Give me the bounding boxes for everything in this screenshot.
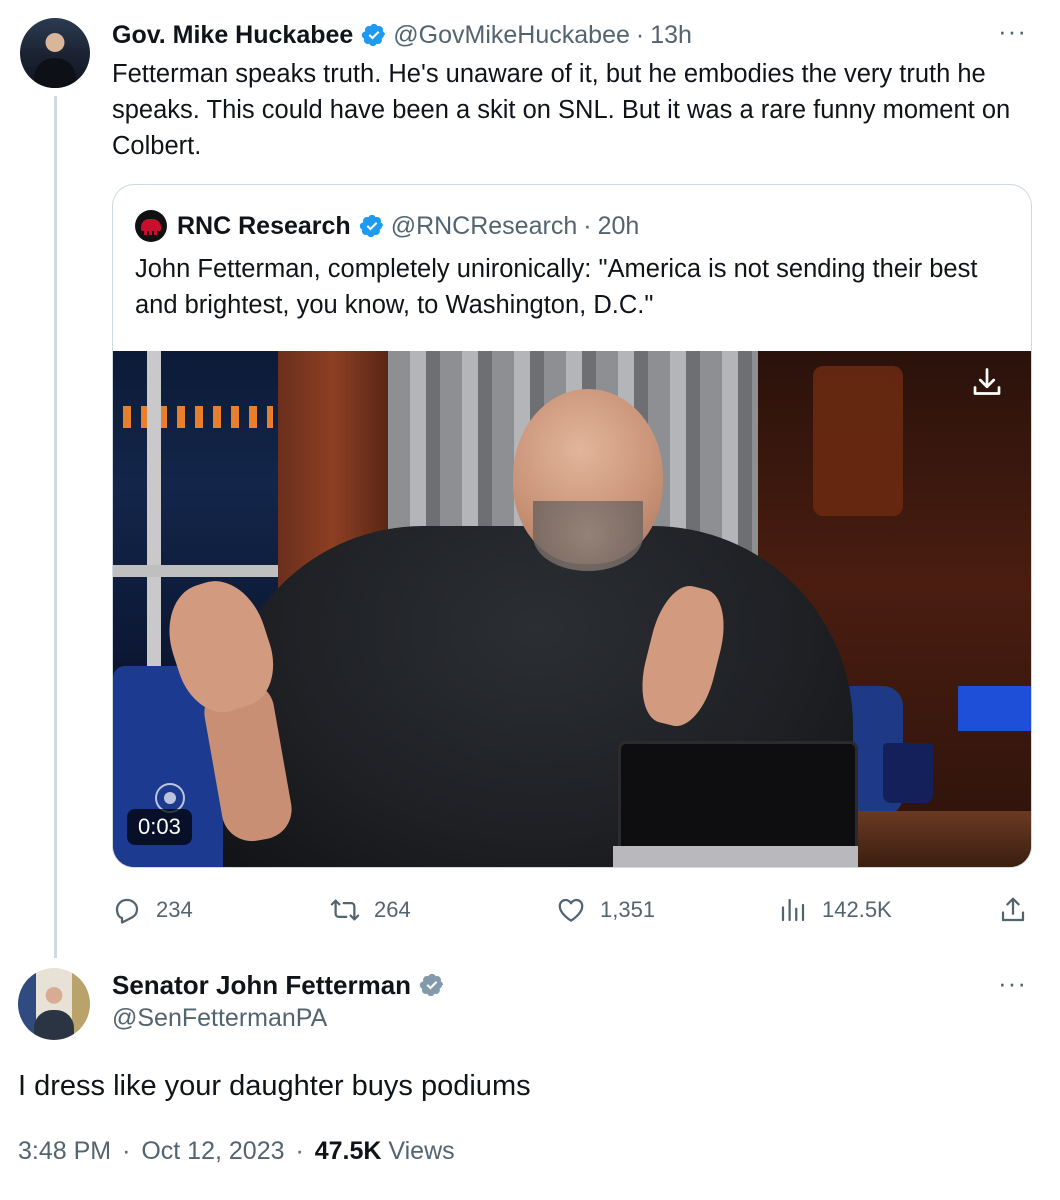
tweet2-display-name[interactable]: Senator John Fetterman xyxy=(112,970,411,1001)
avatar-huckabee[interactable] xyxy=(20,18,90,88)
verified-badge-icon[interactable] xyxy=(361,22,387,48)
verified-badge-icon[interactable] xyxy=(359,213,385,239)
tweet1-time-separator: · xyxy=(635,20,645,49)
verified-badge-icon[interactable] xyxy=(419,972,445,998)
like-icon xyxy=(558,898,584,922)
quoted-time-separator: · xyxy=(583,211,592,240)
repost-count: 264 xyxy=(374,897,411,922)
share-button[interactable] xyxy=(998,892,1042,928)
reply-icon xyxy=(115,898,139,924)
tweet2-time[interactable]: 3:48 PM xyxy=(18,1137,111,1165)
tweet2-views-count[interactable]: 47.5K xyxy=(315,1137,382,1165)
quoted-handle[interactable]: @RNCResearch xyxy=(391,212,578,241)
meta-separator: · xyxy=(295,1137,304,1165)
video-bg-right-panel xyxy=(813,366,903,516)
tweet1-action-bar: 234 264 1,351 142.5K xyxy=(112,892,1034,928)
quoted-tweet-text: John Fetterman, completely unironically:… xyxy=(135,255,978,319)
reply-count: 234 xyxy=(156,897,193,922)
like-count: 1,351 xyxy=(600,897,656,922)
quoted-tweet-header: RNC Research @RNCResearch · 20h xyxy=(135,209,639,243)
tweet1-handle[interactable]: @GovMikeHuckabee xyxy=(393,21,630,50)
video-player[interactable]: 0:03 xyxy=(113,351,1031,867)
tweet2-meta: 3:48 PM · Oct 12, 2023 · 47.5K Views xyxy=(18,1137,455,1166)
more-icon[interactable]: ··· xyxy=(998,968,1027,999)
video-bg-window-frame xyxy=(147,351,161,681)
rnc-elephant-icon xyxy=(135,210,167,242)
tweet1-header: Gov. Mike Huckabee @GovMikeHuckabee · 13… xyxy=(112,18,692,52)
tweet2-handle[interactable]: @SenFettermanPA xyxy=(112,1004,327,1033)
quoted-timestamp[interactable]: 20h xyxy=(598,212,640,241)
video-bg-blue-screen xyxy=(958,686,1031,731)
views-button[interactable]: 142.5K xyxy=(778,892,892,928)
tweet2-date[interactable]: Oct 12, 2023 xyxy=(141,1137,284,1165)
video-bg-window-bar xyxy=(113,565,278,577)
more-icon[interactable]: ··· xyxy=(998,16,1027,47)
repost-icon xyxy=(330,899,360,921)
tweet2-header: Senator John Fetterman xyxy=(112,968,451,1002)
reply-button[interactable]: 234 xyxy=(112,892,193,928)
quoted-tweet-card[interactable]: RNC Research @RNCResearch · 20h John Fet… xyxy=(112,184,1032,868)
video-mug xyxy=(883,743,933,803)
tweet2-views-label: Views xyxy=(388,1137,455,1165)
views-icon xyxy=(781,898,805,922)
video-person-beard xyxy=(533,501,643,571)
video-duration: 0:03 xyxy=(127,809,192,845)
avatar-fetterman[interactable] xyxy=(18,968,90,1040)
video-bg-city-lights xyxy=(123,406,273,428)
thread-connector-line xyxy=(54,96,57,958)
repost-button[interactable]: 264 xyxy=(330,892,411,928)
tweet1-timestamp[interactable]: 13h xyxy=(650,21,692,50)
like-button[interactable]: 1,351 xyxy=(556,892,655,928)
tweet1-text: Fetterman speaks truth. He's unaware of … xyxy=(112,60,1011,160)
tweet2-text: I dress like your daughter buys podiums xyxy=(18,1070,531,1102)
video-laptop-base xyxy=(613,846,858,867)
tweet1-display-name[interactable]: Gov. Mike Huckabee xyxy=(112,21,353,50)
share-icon xyxy=(1001,897,1025,922)
views-count: 142.5K xyxy=(822,897,892,922)
meta-separator: · xyxy=(122,1137,131,1165)
quoted-display-name[interactable]: RNC Research xyxy=(177,212,351,241)
download-icon[interactable] xyxy=(969,365,1005,401)
